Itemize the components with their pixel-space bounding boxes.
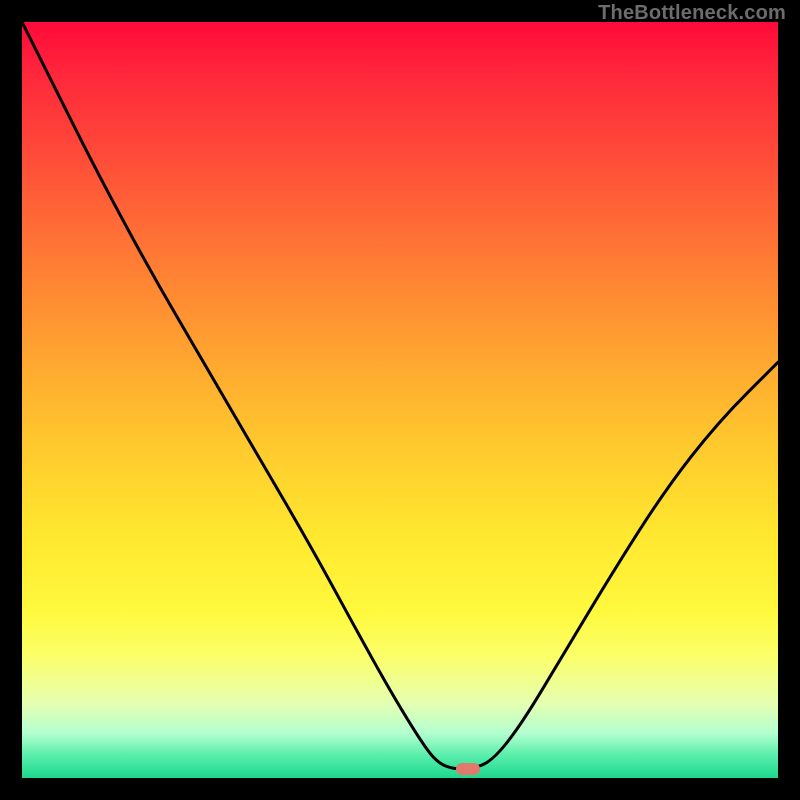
bottleneck-curve [22,22,778,778]
watermark-text: TheBottleneck.com [598,2,786,25]
chart-frame: TheBottleneck.com [0,0,800,800]
optimal-marker [456,763,480,775]
plot-area [22,22,778,778]
